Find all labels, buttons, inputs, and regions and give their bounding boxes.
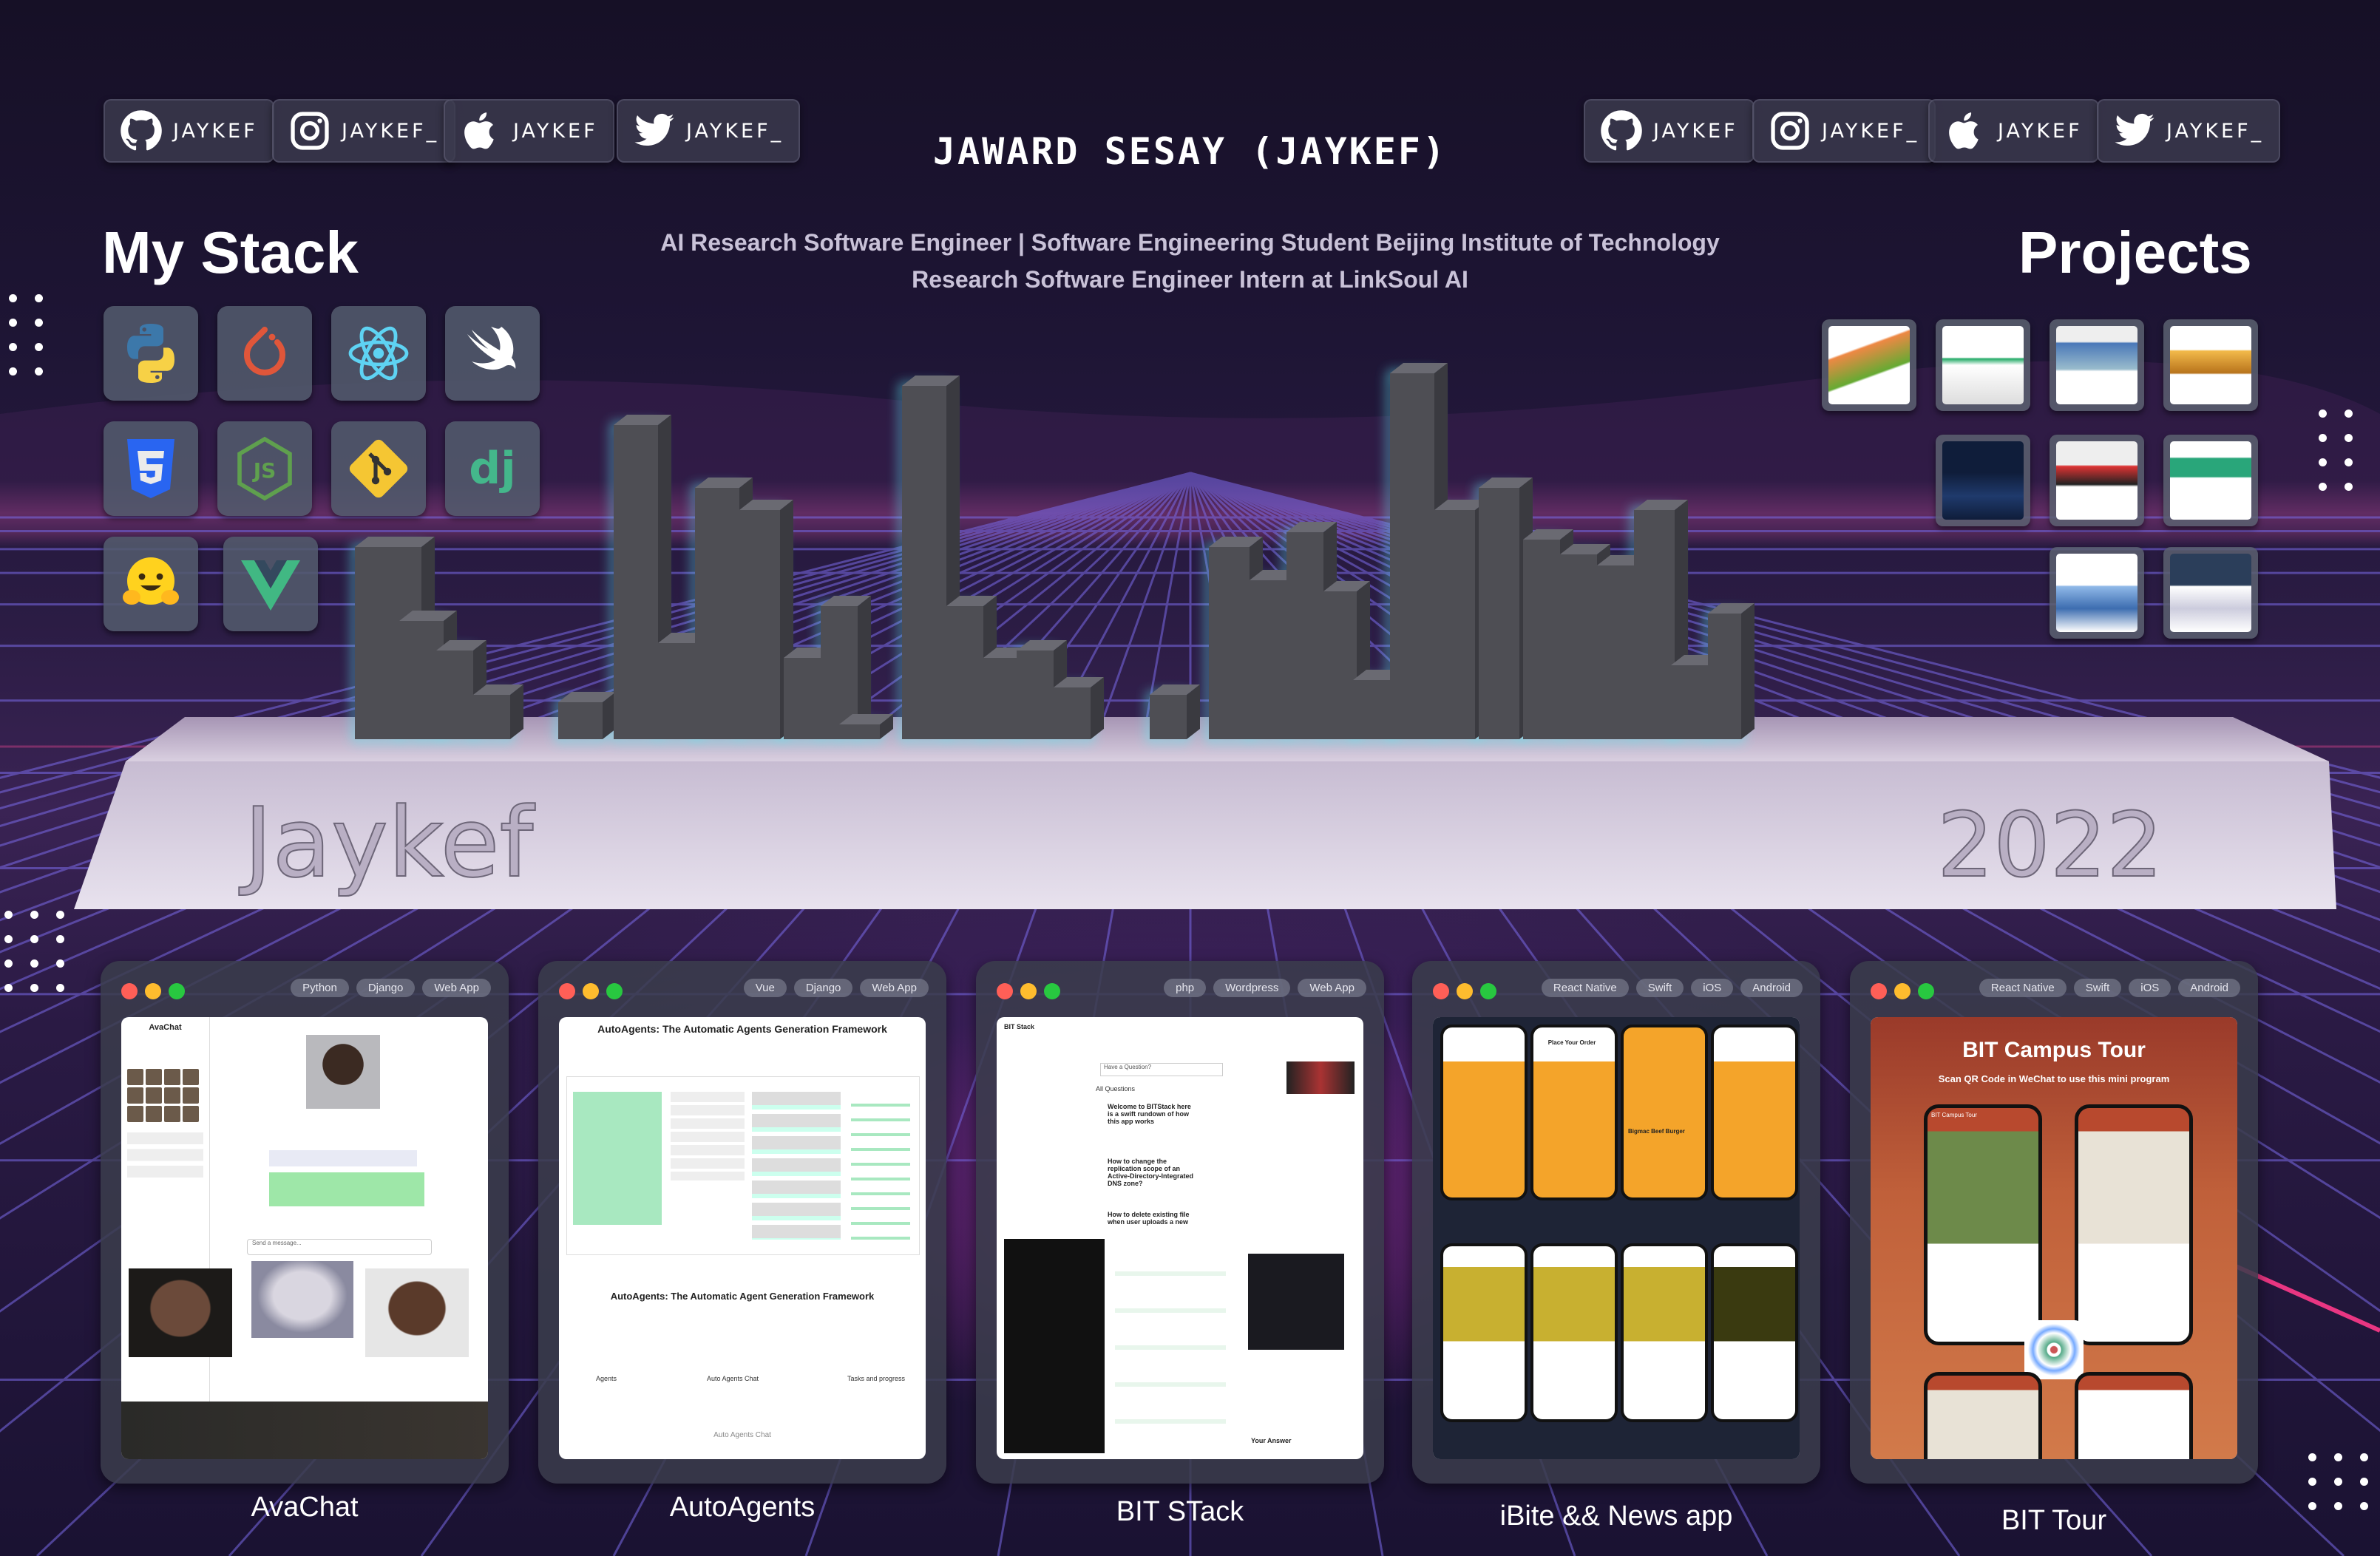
bittour-title: BIT Campus Tour <box>1962 1038 2146 1062</box>
window-controls <box>121 983 185 999</box>
avatar-grid <box>127 1069 203 1122</box>
phone-screen <box>1621 1025 1708 1200</box>
bitstack-brand: BIT Stack <box>1004 1023 1035 1030</box>
window-controls <box>1433 983 1496 999</box>
close-dot[interactable] <box>121 983 138 999</box>
tech-tag: Web App <box>1298 979 1366 997</box>
project-screenshot: AutoAgents: The Automatic Agents Generat… <box>559 1017 926 1459</box>
project-screenshot: Place Your Order Bigmac Beef Burger <box>1433 1017 1800 1459</box>
city-base-right-text: 2022 <box>1937 795 2163 897</box>
tech-tag: Web App <box>860 979 929 997</box>
project-caption: AvaChat <box>251 1492 359 1523</box>
phone-screen <box>1711 1025 1798 1200</box>
tech-tag: Web App <box>422 979 491 997</box>
minimize-dot[interactable] <box>1894 983 1911 999</box>
tech-tags: Python Django Web App <box>291 979 491 997</box>
avatar <box>306 1035 380 1109</box>
project-caption: iBite && News app <box>1499 1501 1733 1532</box>
tech-tag: Django <box>793 979 853 997</box>
project-card[interactable]: Vue Django Web App AutoAgents: The Automat… <box>538 961 946 1484</box>
minimize-dot[interactable] <box>145 983 161 999</box>
project-card[interactable]: php Wordpress Web App BIT Stack Have a Que… <box>976 961 1384 1484</box>
tech-tag: Wordpress <box>1213 979 1291 997</box>
minimize-dot[interactable] <box>1457 983 1473 999</box>
maximize-dot[interactable] <box>1918 983 1934 999</box>
tech-tag: Swift <box>1635 979 1684 997</box>
window-controls <box>997 983 1060 999</box>
project-screenshot: AvaChat Send a message... <box>121 1017 488 1459</box>
tech-tag: php <box>1164 979 1207 997</box>
tech-tag: iOS <box>2129 979 2172 997</box>
close-dot[interactable] <box>559 983 575 999</box>
phone-screen <box>1530 1025 1618 1200</box>
tech-tags: React Native Swift iOS Android <box>1979 979 2240 997</box>
phone-screen <box>1711 1243 1798 1422</box>
city-base-left-text: Jaykef <box>239 787 536 899</box>
phone-screen <box>1530 1243 1618 1422</box>
tech-tag: iOS <box>1691 979 1734 997</box>
project-card[interactable]: React Native Swift iOS Android Place Your O… <box>1412 961 1820 1484</box>
close-dot[interactable] <box>1871 983 1887 999</box>
autoagents-heading-2: AutoAgents: The Automatic Agent Generati… <box>610 1291 875 1302</box>
maximize-dot[interactable] <box>1044 983 1060 999</box>
tech-tag: React Native <box>1541 979 1629 997</box>
avachat-title: AvaChat <box>149 1023 182 1032</box>
autoagents-heading: AutoAgents: The Automatic Agents Generat… <box>597 1023 887 1035</box>
maximize-dot[interactable] <box>169 983 185 999</box>
project-caption: BIT Tour <box>2001 1505 2107 1536</box>
project-caption: AutoAgents <box>669 1492 816 1523</box>
maximize-dot[interactable] <box>606 983 623 999</box>
phone-screen <box>1440 1025 1528 1200</box>
tech-tags: Vue Django Web App <box>743 979 929 997</box>
minimize-dot[interactable] <box>1020 983 1037 999</box>
phone-screen <box>2075 1104 2193 1345</box>
tech-tags: php Wordpress Web App <box>1164 979 1366 997</box>
message-input: Send a message... <box>247 1239 432 1255</box>
tech-tag: Android <box>1740 979 1803 997</box>
maximize-dot[interactable] <box>1480 983 1496 999</box>
phone-screen <box>1440 1243 1528 1422</box>
window-controls <box>559 983 623 999</box>
bittour-subtitle: Scan QR Code in WeChat to use this mini … <box>1938 1073 2170 1084</box>
phone-screen <box>1621 1243 1708 1422</box>
project-caption: BIT STack <box>1116 1496 1244 1527</box>
tech-tag: Django <box>356 979 416 997</box>
avachat-sidebar: AvaChat <box>121 1017 210 1459</box>
project-screenshot: BIT Campus Tour Scan QR Code in WeChat t… <box>1871 1017 2237 1459</box>
close-dot[interactable] <box>997 983 1013 999</box>
close-dot[interactable] <box>1433 983 1449 999</box>
minimize-dot[interactable] <box>583 983 599 999</box>
project-card[interactable]: React Native Swift iOS Android BIT Campus T… <box>1850 961 2258 1484</box>
tech-tag: React Native <box>1979 979 2067 997</box>
project-screenshot: BIT Stack Have a Question? All Questions… <box>997 1017 1363 1459</box>
phone-screen <box>1924 1104 2042 1345</box>
tech-tag: Android <box>2178 979 2240 997</box>
window-controls <box>1871 983 1934 999</box>
tech-tag: Python <box>291 979 349 997</box>
tech-tag: Vue <box>743 979 787 997</box>
qr-code <box>2024 1320 2084 1379</box>
tech-tags: React Native Swift iOS Android <box>1541 979 1803 997</box>
tech-tag: Swift <box>2073 979 2122 997</box>
project-card[interactable]: Python Django Web App AvaChat Send a messa… <box>101 961 509 1484</box>
